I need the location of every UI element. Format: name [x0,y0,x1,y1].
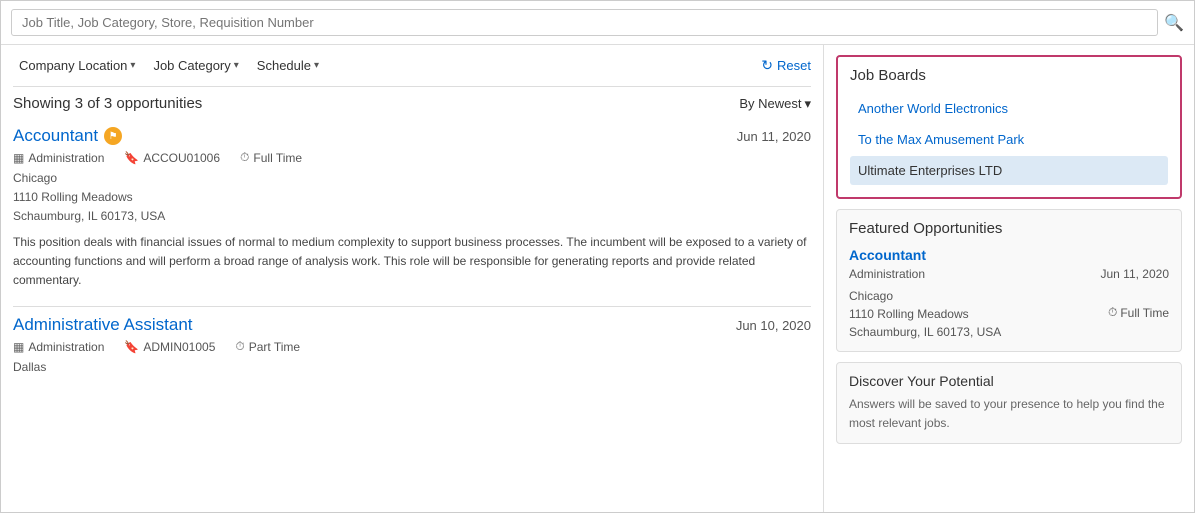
location-line2-accountant: 1110 Rolling Meadows [13,190,133,204]
featured-schedule: Full Time [1120,306,1169,320]
company-location-label: Company Location [19,58,127,73]
discover-box: Discover Your Potential Answers will be … [836,362,1182,444]
results-count: Showing 3 of 3 opportunities [13,95,202,112]
bookmark-icon: 🔖 [124,151,139,165]
board-label-to-the-max: To the Max Amusement Park [858,132,1024,147]
left-panel: Company Location ▾ Job Category ▾ Schedu… [1,45,824,512]
board-item-to-the-max[interactable]: To the Max Amusement Park [850,125,1168,154]
content-area: Company Location ▾ Job Category ▾ Schedu… [1,45,1194,512]
featured-job-title-label: Accountant [849,247,926,263]
discover-title: Discover Your Potential [849,373,1169,389]
job-schedule-admin: ⏱ Part Time [235,339,300,354]
filters-row: Company Location ▾ Job Category ▾ Schedu… [13,55,811,76]
reset-button[interactable]: ↻ Reset [761,57,811,74]
job-department-admin: ▦ Administration [13,340,104,354]
job-title-link-accountant[interactable]: Accountant ⚑ [13,126,122,146]
department-label-admin: Administration [28,340,104,354]
job-item-accountant: Accountant ⚑ Jun 11, 2020 ▦ Administrati… [13,126,811,290]
job-schedule-accountant: ⏱ Full Time [240,150,302,165]
department-label-accountant: Administration [28,151,104,165]
job-date-admin: Jun 10, 2020 [736,318,811,333]
search-bar: 🔍 [1,1,1194,45]
sort-button[interactable]: By Newest ▾ [739,96,811,112]
job-department-accountant: ▦ Administration [13,151,104,165]
location-line3-accountant: Schaumburg, IL 60173, USA [13,209,165,223]
featured-location: Chicago 1110 Rolling Meadows Schaumburg,… [849,287,1001,341]
location-line1-admin: Dallas [13,360,46,374]
job-category-label: Job Category [153,58,230,73]
job-meta-admin: ▦ Administration 🔖 ADMIN01005 ⏱ Part Tim… [13,339,811,354]
reset-label: Reset [777,58,811,73]
reset-icon: ↻ [761,57,773,74]
location-line1-accountant: Chicago [13,171,57,185]
schedule-label: Schedule [257,58,311,73]
search-button[interactable]: 🔍 [1164,13,1184,33]
req-number-admin: ADMIN01005 [143,340,215,354]
featured-job-title-link[interactable]: Accountant [849,247,1169,263]
board-label-ultimate: Ultimate Enterprises LTD [858,163,1002,178]
schedule-chevron-icon: ▾ [314,60,319,71]
department-icon: ▦ [13,151,24,165]
clock-icon-admin: ⏱ [235,339,244,354]
job-req-admin: 🔖 ADMIN01005 [124,340,215,354]
featured-department: Administration [849,267,925,281]
job-title-row-admin: Administrative Assistant Jun 10, 2020 [13,315,811,335]
featured-box: Featured Opportunities Accountant Admini… [836,209,1182,352]
schedule-accountant: Full Time [253,151,302,165]
flag-icon: ⚑ [109,131,118,142]
featured-date: Jun 11, 2020 [1100,267,1169,281]
job-boards-title: Job Boards [850,67,1168,84]
clock-icon-featured: ⏱ [1108,305,1117,320]
job-meta-accountant: ▦ Administration 🔖 ACCOU01006 ⏱ Full Tim… [13,150,811,165]
schedule-filter[interactable]: Schedule ▾ [251,55,325,76]
sort-label: By Newest [739,96,801,111]
right-panel: Job Boards Another World Electronics To … [824,45,1194,512]
job-category-filter[interactable]: Job Category ▾ [147,55,244,76]
job-boards-box: Job Boards Another World Electronics To … [836,55,1182,199]
featured-meta-row: Administration Jun 11, 2020 [849,267,1169,281]
company-location-chevron-icon: ▾ [130,60,135,71]
discover-text: Answers will be saved to your presence t… [849,395,1169,433]
req-number-accountant: ACCOU01006 [143,151,220,165]
job-divider [13,306,811,307]
featured-schedule-row: ⏱ Full Time [1108,284,1169,341]
job-category-chevron-icon: ▾ [234,60,239,71]
featured-location-line1: Chicago [849,289,893,303]
sort-chevron-icon: ▾ [804,96,811,112]
job-date-accountant: Jun 11, 2020 [737,129,811,144]
search-input[interactable] [11,9,1158,36]
job-title-accountant: Accountant [13,126,98,146]
schedule-admin: Part Time [249,340,300,354]
job-item-admin-assistant: Administrative Assistant Jun 10, 2020 ▦ … [13,315,811,377]
job-title-link-admin[interactable]: Administrative Assistant [13,315,193,335]
job-location-admin: Dallas [13,358,811,377]
job-title-admin: Administrative Assistant [13,315,193,335]
board-label-another-world: Another World Electronics [858,101,1008,116]
board-item-ultimate[interactable]: Ultimate Enterprises LTD [850,156,1168,185]
filter-divider [13,86,811,87]
job-location-accountant: Chicago 1110 Rolling Meadows Schaumburg,… [13,169,811,227]
featured-title: Featured Opportunities [849,220,1169,237]
company-location-filter[interactable]: Company Location ▾ [13,55,141,76]
featured-location-line2: 1110 Rolling Meadows [849,307,969,321]
job-badge-accountant: ⚑ [104,127,122,145]
board-item-another-world[interactable]: Another World Electronics [850,94,1168,123]
job-description-accountant: This position deals with financial issue… [13,233,811,291]
results-header: Showing 3 of 3 opportunities By Newest ▾ [13,95,811,112]
department-icon-admin: ▦ [13,340,24,354]
job-title-row-accountant: Accountant ⚑ Jun 11, 2020 [13,126,811,146]
clock-icon: ⏱ [240,150,249,165]
job-req-accountant: 🔖 ACCOU01006 [124,151,220,165]
featured-location-line3: Schaumburg, IL 60173, USA [849,325,1001,339]
bookmark-icon-admin: 🔖 [124,340,139,354]
search-icon: 🔍 [1164,15,1184,32]
featured-date-row: Jun 11, 2020 [1100,267,1169,281]
